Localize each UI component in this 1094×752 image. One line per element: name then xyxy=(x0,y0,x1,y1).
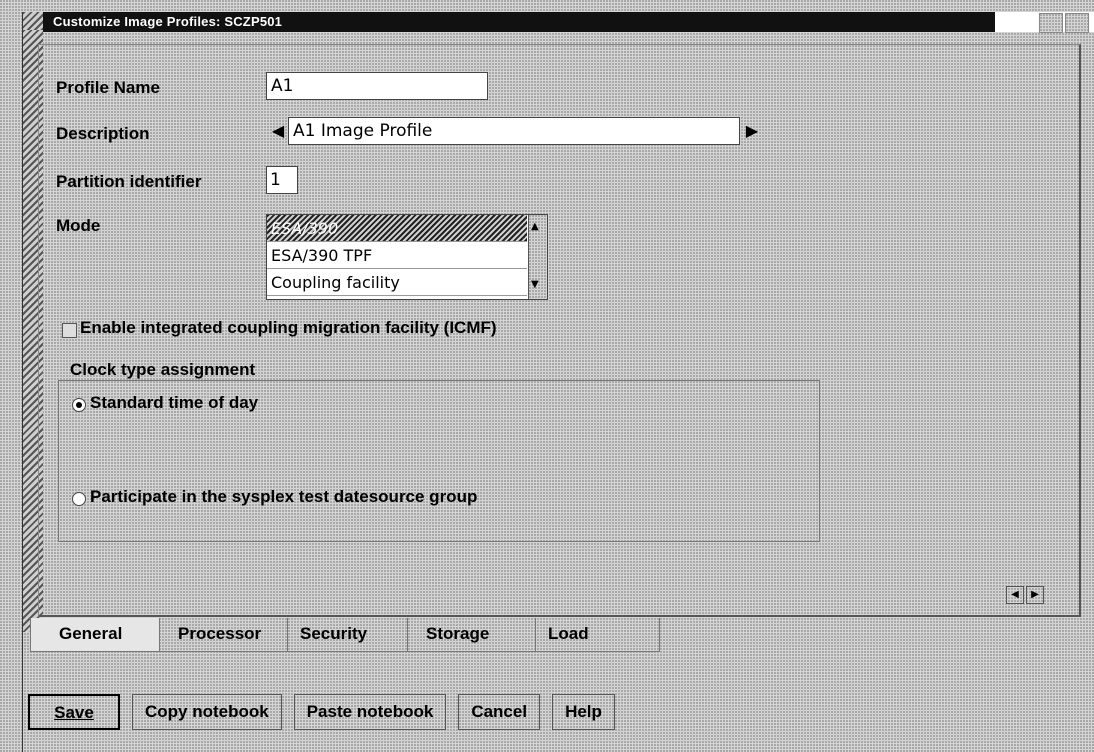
mode-option-esa390[interactable]: ESA/390 xyxy=(267,215,527,242)
sysplex-label: Participate in the sysplex test datesour… xyxy=(90,487,478,506)
clock-type-group-label: Clock type assignment xyxy=(70,360,256,379)
help-button[interactable]: Help xyxy=(552,694,615,730)
minimize-icon[interactable] xyxy=(1039,13,1063,33)
maximize-icon[interactable] xyxy=(1065,13,1089,33)
save-button[interactable]: Save xyxy=(28,694,120,730)
title-bar-fill: Customize Image Profiles: SCZP501 xyxy=(43,12,995,32)
scroll-right-icon[interactable]: ▶ xyxy=(744,118,760,144)
notebook-tabs: General Processor Security Storage Load xyxy=(30,618,660,660)
button-bar: Save Copy notebook Paste notebook Cancel… xyxy=(28,694,615,730)
scroll-left-icon[interactable]: ◀ xyxy=(270,118,286,144)
copy-notebook-button[interactable]: Copy notebook xyxy=(132,694,282,730)
partition-identifier-label: Partition identifier xyxy=(56,172,202,191)
scroll-down-icon[interactable]: ▼ xyxy=(531,279,539,290)
scroll-up-icon[interactable]: ▲ xyxy=(531,221,539,232)
icmf-label: Enable integrated coupling migration fac… xyxy=(80,318,497,337)
window-controls xyxy=(1039,13,1089,33)
mode-scrollbar[interactable]: ▲ ▼ xyxy=(528,215,547,299)
page-navigation: ◀ ▶ xyxy=(1006,586,1044,604)
mode-option-esa390-tpf[interactable]: ESA/390 TPF xyxy=(267,242,527,269)
sysplex-radio[interactable] xyxy=(72,492,86,506)
cancel-button[interactable]: Cancel xyxy=(458,694,541,730)
tab-security[interactable]: Security xyxy=(288,618,408,652)
mode-option-coupling-facility[interactable]: Coupling facility xyxy=(267,269,527,296)
tab-processor[interactable]: Processor xyxy=(160,618,288,652)
profile-name-label: Profile Name xyxy=(56,78,160,97)
tab-load[interactable]: Load xyxy=(536,618,660,652)
previous-page-icon[interactable]: ◀ xyxy=(1006,586,1024,604)
tab-general[interactable]: General xyxy=(30,618,160,652)
profile-name-field[interactable]: A1 xyxy=(266,72,488,100)
title-bar[interactable]: Customize Image Profiles: SCZP501 xyxy=(23,12,1094,33)
next-page-icon[interactable]: ▶ xyxy=(1026,586,1044,604)
tab-storage[interactable]: Storage xyxy=(408,618,536,652)
paste-notebook-button[interactable]: Paste notebook xyxy=(293,694,447,730)
window-title: Customize Image Profiles: SCZP501 xyxy=(53,14,283,29)
mode-label: Mode xyxy=(56,216,101,235)
icmf-checkbox[interactable] xyxy=(62,323,77,338)
save-button-label: Save xyxy=(54,703,94,722)
description-field[interactable]: A1 Image Profile xyxy=(288,117,740,145)
standard-time-radio[interactable] xyxy=(72,398,86,412)
standard-time-label: Standard time of day xyxy=(90,393,259,412)
partition-identifier-field[interactable]: 1 xyxy=(266,166,298,194)
mode-listbox[interactable]: ESA/390 ESA/390 TPF Coupling facility ▲ … xyxy=(266,214,548,300)
description-label: Description xyxy=(56,124,150,143)
system-menu-icon[interactable] xyxy=(23,12,43,32)
